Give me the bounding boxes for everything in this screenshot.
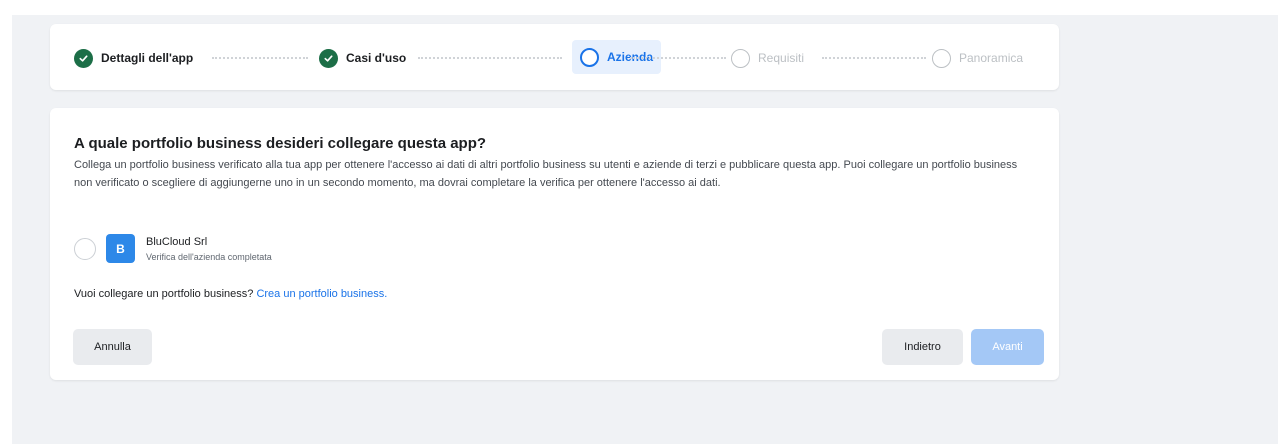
step-overview[interactable]: Panoramica: [932, 45, 1023, 71]
create-portfolio-link[interactable]: Crea un portfolio business.: [256, 288, 387, 300]
step-app-details[interactable]: Dettagli dell'app: [74, 45, 193, 71]
business-radio[interactable]: [74, 237, 96, 260]
step-connector: [822, 57, 926, 61]
back-button[interactable]: Indietro: [882, 329, 963, 365]
step-label: Panoramica: [959, 51, 1024, 65]
step-connector: [212, 57, 308, 61]
progress-stepper: Dettagli dell'app Casi d'uso Azienda Req…: [50, 24, 1059, 90]
check-circle-icon: [74, 48, 93, 68]
business-name: BluCloud Srl: [146, 235, 208, 248]
link-prompt-text: Vuoi collegare un portfolio business?: [74, 288, 254, 300]
page-title: A quale portfolio business desideri coll…: [74, 135, 487, 152]
step-connector: [418, 57, 562, 61]
step-connector: [630, 57, 726, 61]
circle-outline-icon: [932, 48, 951, 68]
circle-outline-icon: [580, 47, 599, 67]
business-option[interactable]: B BluCloud Srl Verifica dell'azienda com…: [74, 234, 272, 263]
step-label: Dettagli dell'app: [101, 51, 194, 65]
step-label: Casi d'uso: [346, 51, 407, 65]
next-button[interactable]: Avanti: [971, 329, 1044, 365]
step-use-cases[interactable]: Casi d'uso: [319, 45, 406, 71]
description-text: Collega un portfolio business verificato…: [74, 159, 1018, 189]
business-avatar: B: [106, 234, 135, 263]
step-requirements[interactable]: Requisiti: [731, 45, 804, 71]
step-label: Requisiti: [758, 51, 805, 65]
business-status: Verifica dell'azienda completata: [146, 251, 272, 262]
check-circle-icon: [319, 48, 338, 68]
cancel-button[interactable]: Annulla: [73, 329, 152, 365]
business-portfolio-card: A quale portfolio business desideri coll…: [50, 108, 1059, 380]
circle-outline-icon: [731, 48, 750, 68]
business-info: BluCloud Srl Verifica dell'azienda compl…: [146, 236, 272, 262]
create-portfolio-prompt: Vuoi collegare un portfolio business? Cr…: [74, 288, 387, 300]
